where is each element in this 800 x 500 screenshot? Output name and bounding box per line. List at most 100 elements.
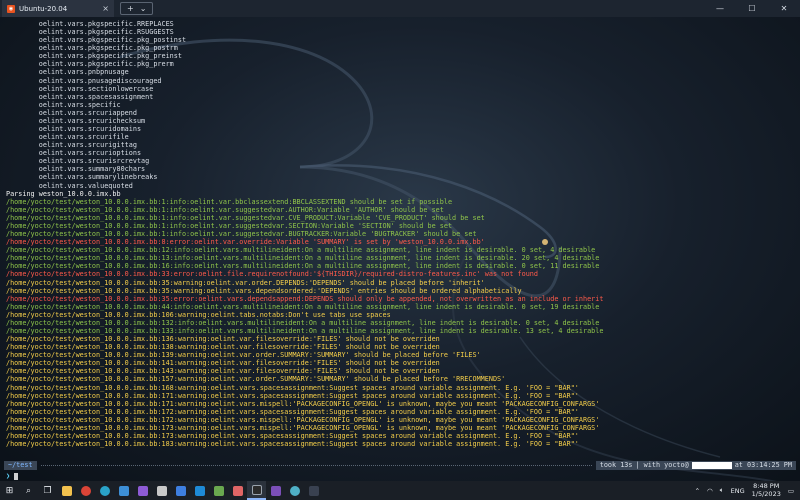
terminal-line: /home/yocto/test/weston_10.0.0.imx.bb:1:… xyxy=(6,205,444,214)
terminal-line: /home/yocto/test/weston_10.0.0.imx.bb:44… xyxy=(6,302,600,311)
terminal-line: /home/yocto/test/weston_10.0.0.imx.bb:15… xyxy=(6,375,506,384)
prompt-with-user: | with yocto@ xyxy=(635,461,689,469)
window-controls: — ☐ ✕ xyxy=(704,0,800,17)
tab-dropdown-icon[interactable]: ⌄ xyxy=(140,3,147,14)
prompt-status: took 13s | with yocto@ at 03:14:25 PM xyxy=(595,461,796,470)
prompt-timing: took 13s xyxy=(599,461,633,469)
terminal-line: oelint.vars.srcurioptions xyxy=(6,149,142,158)
tab-close-icon[interactable]: × xyxy=(102,4,109,13)
title-bar: ◉ Ubuntu-20.04 × + ⌄ — ☐ ✕ xyxy=(0,0,800,17)
minimize-button[interactable]: — xyxy=(704,0,736,17)
terminal-line: oelint.vars.pkgspecific.RREPLACES xyxy=(6,20,174,28)
vscode-icon[interactable] xyxy=(190,481,209,500)
terminal-line: oelint.vars.spacesassignment xyxy=(6,92,154,101)
prompt-directory: ~/test xyxy=(4,461,37,470)
new-tab-button[interactable]: + xyxy=(127,3,134,14)
text-cursor xyxy=(14,472,19,480)
terminal-line: oelint.vars.srcurisrcrevtag xyxy=(6,157,150,166)
task-view-icon[interactable]: ❐ xyxy=(38,481,57,500)
terminal-line: /home/yocto/test/weston_10.0.0.imx.bb:14… xyxy=(6,367,440,376)
start-windows-icon[interactable]: ⊞ xyxy=(0,481,19,500)
terminal-line: /home/yocto/test/weston_10.0.0.imx.bb:17… xyxy=(6,431,579,440)
terminal-line: oelint.vars.pkgspecific.pkg_postinst xyxy=(6,36,187,45)
taskbar: ⊞ ⌕ ❐ ⌃ ◠ 🔈︎ ENG 8:48 PM 1/5/2023 ▭ xyxy=(0,481,800,500)
terminal-line: /home/yocto/test/weston_10.0.0.imx.bb:17… xyxy=(6,391,579,400)
clock[interactable]: 8:48 PM 1/5/2023 xyxy=(751,482,781,498)
new-tab-group: + ⌄ xyxy=(120,2,154,15)
terminal-line: /home/yocto/test/weston_10.0.0.imx.bb:13… xyxy=(6,335,440,344)
terminal-line: /home/yocto/test/weston_10.0.0.imx.bb:35… xyxy=(6,294,604,303)
onenote-icon[interactable] xyxy=(266,481,285,500)
terminal-line: oelint.vars.valuequoted xyxy=(6,181,133,190)
terminal-line: /home/yocto/test/weston_10.0.0.imx.bb:13… xyxy=(6,326,604,335)
clock-date: 1/5/2023 xyxy=(751,489,781,498)
network-app-icon[interactable] xyxy=(285,481,304,500)
app-icon[interactable] xyxy=(152,481,171,500)
ubuntu-icon: ◉ xyxy=(7,4,15,13)
chrome-icon[interactable] xyxy=(76,481,95,500)
prompt-chevron-icon: ❯ xyxy=(6,472,11,480)
terminal-line: /home/yocto/test/weston_10.0.0.imx.bb:1:… xyxy=(6,221,453,230)
terminal-line: /home/yocto/test/weston_10.0.0.imx.bb:13… xyxy=(6,254,600,263)
volume-icon[interactable]: 🔈︎ xyxy=(720,486,724,495)
redacted-hostname xyxy=(691,462,732,469)
notification-icon[interactable]: ▭ xyxy=(788,487,794,495)
terminal-line: /home/yocto/test/weston_10.0.0.imx.bb:33… xyxy=(6,270,538,279)
paint-icon[interactable] xyxy=(228,481,247,500)
maximize-button[interactable]: ☐ xyxy=(736,0,768,17)
tab-title: Ubuntu-20.04 xyxy=(19,4,68,13)
terminal-line: oelint.vars.sectionlowercase xyxy=(6,84,154,93)
prompt-dir-text: ~/test xyxy=(8,461,33,469)
terminal-line: oelint.vars.srcuridomains xyxy=(6,125,142,134)
terminal-line: oelint.vars.pnusagediscouraged xyxy=(6,76,162,85)
terminal-line: /home/yocto/test/weston_10.0.0.imx.bb:13… xyxy=(6,343,440,352)
terminal-line: oelint.vars.srcurifile xyxy=(6,133,129,142)
terminal-line: oelint.vars.srcurigittag xyxy=(6,141,137,150)
terminal-line: /home/yocto/test/weston_10.0.0.imx.bb:12… xyxy=(6,246,596,255)
network-icon[interactable]: ◠ xyxy=(707,487,713,495)
terminal-line: /home/yocto/test/weston_10.0.0.imx.bb:1:… xyxy=(6,230,477,239)
terminal-line: oelint.vars.pkgspecific.pkg_prerm xyxy=(6,60,174,69)
terminal-line: oelint.vars.pkgspecific.pkg_preinst xyxy=(6,52,182,61)
edge-icon[interactable] xyxy=(95,481,114,500)
input-line[interactable]: ❯ xyxy=(6,472,19,480)
terminal-line: /home/yocto/test/weston_10.0.0.imx.bb:10… xyxy=(6,310,391,319)
language-indicator[interactable]: ENG xyxy=(731,487,745,495)
terminal-output: oelint.vars.pkgspecific.RREPLACES oelint… xyxy=(6,20,796,448)
tray-chevron-icon[interactable]: ⌃ xyxy=(695,487,700,495)
terminal-line: oelint.vars.specific xyxy=(6,100,121,109)
file-explorer-icon[interactable] xyxy=(57,481,76,500)
terminal-line: /home/yocto/test/weston_10.0.0.imx.bb:16… xyxy=(6,262,600,271)
terminal-line: /home/yocto/test/weston_10.0.0.imx.bb:18… xyxy=(6,440,579,449)
terminal-line: oelint.vars.pkgspecific.RSUGGESTS xyxy=(6,28,174,37)
terminal-area[interactable]: oelint.vars.pkgspecific.RREPLACES oelint… xyxy=(0,17,800,481)
system-tray: ⌃ ◠ 🔈︎ ENG 8:48 PM 1/5/2023 ▭ xyxy=(695,482,800,498)
terminal-line: /home/yocto/test/weston_10.0.0.imx.bb:1:… xyxy=(6,213,485,222)
search-icon[interactable]: ⌕ xyxy=(19,481,38,500)
visual-studio-icon[interactable] xyxy=(133,481,152,500)
terminal-line: /home/yocto/test/weston_10.0.0.imx.bb:17… xyxy=(6,407,579,416)
terminal-line: /home/yocto/test/weston_10.0.0.imx.bb:13… xyxy=(6,318,600,327)
terminal-line: /home/yocto/test/weston_10.0.0.imx.bb:14… xyxy=(6,359,440,368)
terminal-line: oelint.vars.pnbpnusage xyxy=(6,68,129,77)
terminal-line: /home/yocto/test/weston_10.0.0.imx.bb:17… xyxy=(6,423,600,432)
notes-icon[interactable] xyxy=(209,481,228,500)
prompt-time: at 03:14:25 PM xyxy=(734,461,792,469)
terminal-line: /home/yocto/test/weston_10.0.0.imx.bb:35… xyxy=(6,286,522,295)
terminal-line: oelint.vars.summary80chars xyxy=(6,165,146,174)
terminal-alt-icon[interactable] xyxy=(304,481,323,500)
store-icon[interactable] xyxy=(171,481,190,500)
terminal-line: oelint.vars.pkgspecific.pkg_postrm xyxy=(6,44,178,53)
mail-icon[interactable] xyxy=(114,481,133,500)
close-button[interactable]: ✕ xyxy=(768,0,800,17)
terminal-line: /home/yocto/test/weston_10.0.0.imx.bb:17… xyxy=(6,399,600,408)
terminal-line: oelint.vars.srcuriappend xyxy=(6,108,137,117)
prompt-bar: ~/test took 13s | with yocto@ at 03:14:2… xyxy=(4,461,796,470)
terminal-line: /home/yocto/test/weston_10.0.0.imx.bb:8:… xyxy=(6,238,485,247)
terminal-line: /home/yocto/test/weston_10.0.0.imx.bb:13… xyxy=(6,351,481,360)
terminal-line: oelint.vars.srcurichecksum xyxy=(6,116,146,125)
tab-ubuntu[interactable]: ◉ Ubuntu-20.04 × xyxy=(2,0,114,17)
terminal-line: Parsing weston_10.0.0.imx.bb xyxy=(6,189,121,198)
terminal-line: oelint.vars.summarylinebreaks xyxy=(6,173,158,182)
terminal-icon[interactable] xyxy=(247,481,266,500)
